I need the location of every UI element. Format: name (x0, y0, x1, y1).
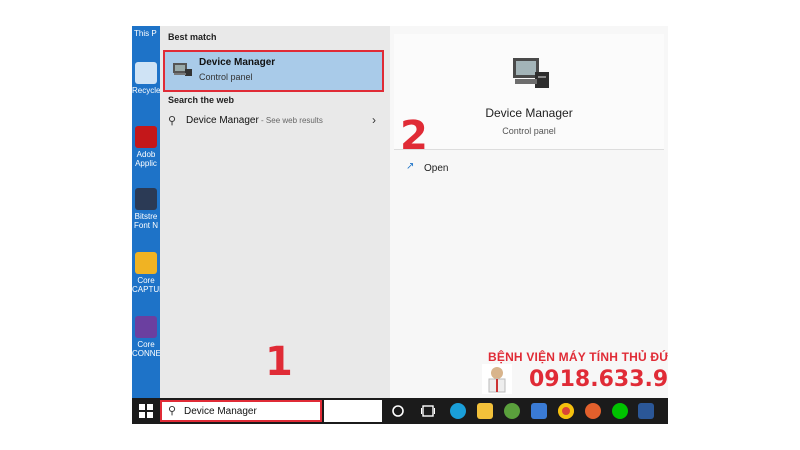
line-icon[interactable] (612, 403, 628, 419)
doctor-logo-icon (482, 364, 512, 394)
desktop-icon-sublabel: Applic (135, 159, 157, 168)
step-2-annotation: 2 (400, 113, 428, 159)
best-match-title: Device Manager (199, 57, 276, 68)
desktop-icon-label: Core (137, 276, 155, 285)
open-label: Open (424, 163, 449, 174)
preview-pane: Device Manager Control panel ↗ Open (390, 26, 668, 398)
desktop-icon-label: Core (137, 340, 155, 349)
search-web-heading: Search the web (168, 95, 235, 105)
desktop-icon-corel-connect[interactable]: Core CONNE (132, 316, 160, 358)
desktop-icon-label: Adob (136, 150, 156, 159)
web-result-device-manager[interactable]: ⚲ Device Manager - See web results › (166, 112, 382, 132)
open-icon: ↗ (406, 161, 415, 172)
web-result-title: Device Manager (186, 115, 259, 126)
desktop-icon-label: Bitstre (134, 212, 158, 221)
desktop-icon-sublabel: CAPTUR (132, 285, 160, 294)
open-action[interactable]: ↗ Open (406, 161, 526, 177)
desktop-icon-sublabel: Font N (133, 221, 158, 230)
best-match-device-manager[interactable]: Device Manager Control panel (163, 50, 384, 92)
edge-icon[interactable] (450, 403, 466, 419)
search-icon: ⚲ (168, 115, 177, 127)
chevron-right-icon[interactable]: › (372, 113, 376, 127)
desktop-icon-sublabel: CONNE (132, 349, 160, 358)
best-match-heading: Best match (168, 32, 217, 42)
corel-connect-icon (135, 316, 157, 338)
search-box-extension[interactable] (324, 400, 382, 422)
taskbar: ⚲ (132, 398, 668, 424)
desktop-icon-corel-capture[interactable]: Core CAPTUR (132, 252, 160, 294)
step-1-annotation: 1 (265, 339, 293, 385)
store-icon[interactable] (531, 403, 547, 419)
word-icon[interactable] (638, 403, 654, 419)
app-icon[interactable] (504, 403, 520, 419)
preview-title: Device Manager (485, 106, 573, 120)
corel-capture-icon (135, 252, 157, 274)
web-result-subtitle: - See web results (258, 116, 323, 125)
recycle-bin-icon (135, 62, 157, 84)
chrome-icon[interactable] (558, 403, 574, 419)
watermark-title: BỆNH VIỆN MÁY TÍNH THỦ ĐỨC (488, 350, 668, 364)
watermark-phone: 0918.633.966 (529, 367, 668, 392)
file-explorer-icon[interactable] (477, 403, 493, 419)
desktop-icon-recycle-bin[interactable]: Recycle (132, 62, 160, 95)
desktop-icon-label: Recycle (132, 86, 160, 95)
best-match-subtitle: Control panel (199, 72, 253, 82)
task-view-icon[interactable] (420, 403, 436, 419)
screen: This P Recycle Adob Applic Bitstre Font … (132, 26, 668, 424)
search-icon: ⚲ (168, 405, 177, 417)
divider (394, 149, 664, 150)
device-manager-icon (513, 58, 549, 88)
windows-start-icon[interactable] (139, 404, 153, 418)
taskbar-search-box[interactable]: ⚲ (160, 400, 322, 422)
bitstream-font-icon (135, 188, 157, 210)
app-icon-2[interactable] (585, 403, 601, 419)
desktop-icon-adobe[interactable]: Adob Applic (132, 126, 160, 168)
preview-card: Device Manager Control panel (394, 34, 664, 149)
web-result-text: Device Manager - See web results (186, 115, 323, 126)
search-input[interactable] (184, 404, 319, 418)
desktop-this-pc-label[interactable]: This P (134, 29, 157, 38)
desktop-icon-bitstream[interactable]: Bitstre Font N (132, 188, 160, 230)
preview-subtitle: Control panel (502, 126, 556, 136)
cortana-icon[interactable] (390, 403, 406, 419)
device-manager-icon (173, 63, 192, 76)
adobe-icon (135, 126, 157, 148)
